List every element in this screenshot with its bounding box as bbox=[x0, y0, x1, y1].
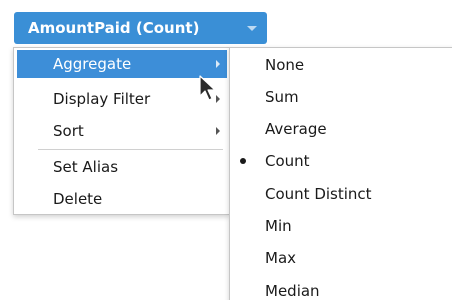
aggregate-option-none[interactable]: None bbox=[230, 50, 452, 80]
aggregate-option-max[interactable]: Max bbox=[230, 243, 452, 273]
aggregate-option-label: Count bbox=[265, 152, 310, 170]
submenu-arrow-icon bbox=[216, 127, 220, 135]
menu-item-label: Sort bbox=[53, 122, 84, 140]
aggregate-option-sum[interactable]: Sum bbox=[230, 82, 452, 112]
aggregate-option-average[interactable]: Average bbox=[230, 114, 452, 144]
menu-item-label: Aggregate bbox=[53, 55, 132, 73]
field-pill[interactable]: AmountPaid (Count) bbox=[14, 12, 267, 44]
aggregate-option-min[interactable]: Min bbox=[230, 211, 452, 241]
field-context-menu: Aggregate Display Filter Sort Set Alias … bbox=[13, 47, 230, 215]
mouse-cursor-icon bbox=[199, 75, 216, 101]
stage: AmountPaid (Count) Aggregate Display Fil… bbox=[0, 0, 452, 300]
aggregate-option-count[interactable]: Count bbox=[230, 146, 452, 176]
aggregate-option-median[interactable]: Median bbox=[230, 276, 452, 300]
menu-item-delete[interactable]: Delete bbox=[17, 185, 227, 213]
menu-item-sort[interactable]: Sort bbox=[17, 117, 227, 145]
caret-down-icon[interactable] bbox=[247, 26, 257, 31]
aggregate-option-count-distinct[interactable]: Count Distinct bbox=[230, 179, 452, 209]
aggregate-option-label: Sum bbox=[265, 88, 299, 106]
aggregate-option-label: Median bbox=[265, 282, 320, 300]
menu-item-set-alias[interactable]: Set Alias bbox=[17, 153, 227, 181]
submenu-arrow-icon bbox=[216, 60, 220, 68]
aggregate-submenu: None Sum Average Count Count Distinct Mi… bbox=[229, 47, 452, 300]
field-pill-label: AmountPaid (Count) bbox=[28, 19, 200, 37]
aggregate-option-label: None bbox=[265, 56, 305, 74]
aggregate-option-label: Count Distinct bbox=[265, 185, 372, 203]
menu-item-label: Display Filter bbox=[53, 90, 151, 108]
menu-divider bbox=[38, 149, 223, 150]
aggregate-option-label: Min bbox=[265, 217, 292, 235]
menu-item-label: Set Alias bbox=[53, 158, 119, 176]
aggregate-option-label: Average bbox=[265, 120, 327, 138]
aggregate-option-label: Max bbox=[265, 249, 297, 267]
menu-item-display-filter[interactable]: Display Filter bbox=[17, 85, 227, 113]
selected-bullet-icon bbox=[240, 158, 246, 164]
menu-item-aggregate[interactable]: Aggregate bbox=[17, 50, 227, 78]
menu-item-label: Delete bbox=[53, 190, 103, 208]
